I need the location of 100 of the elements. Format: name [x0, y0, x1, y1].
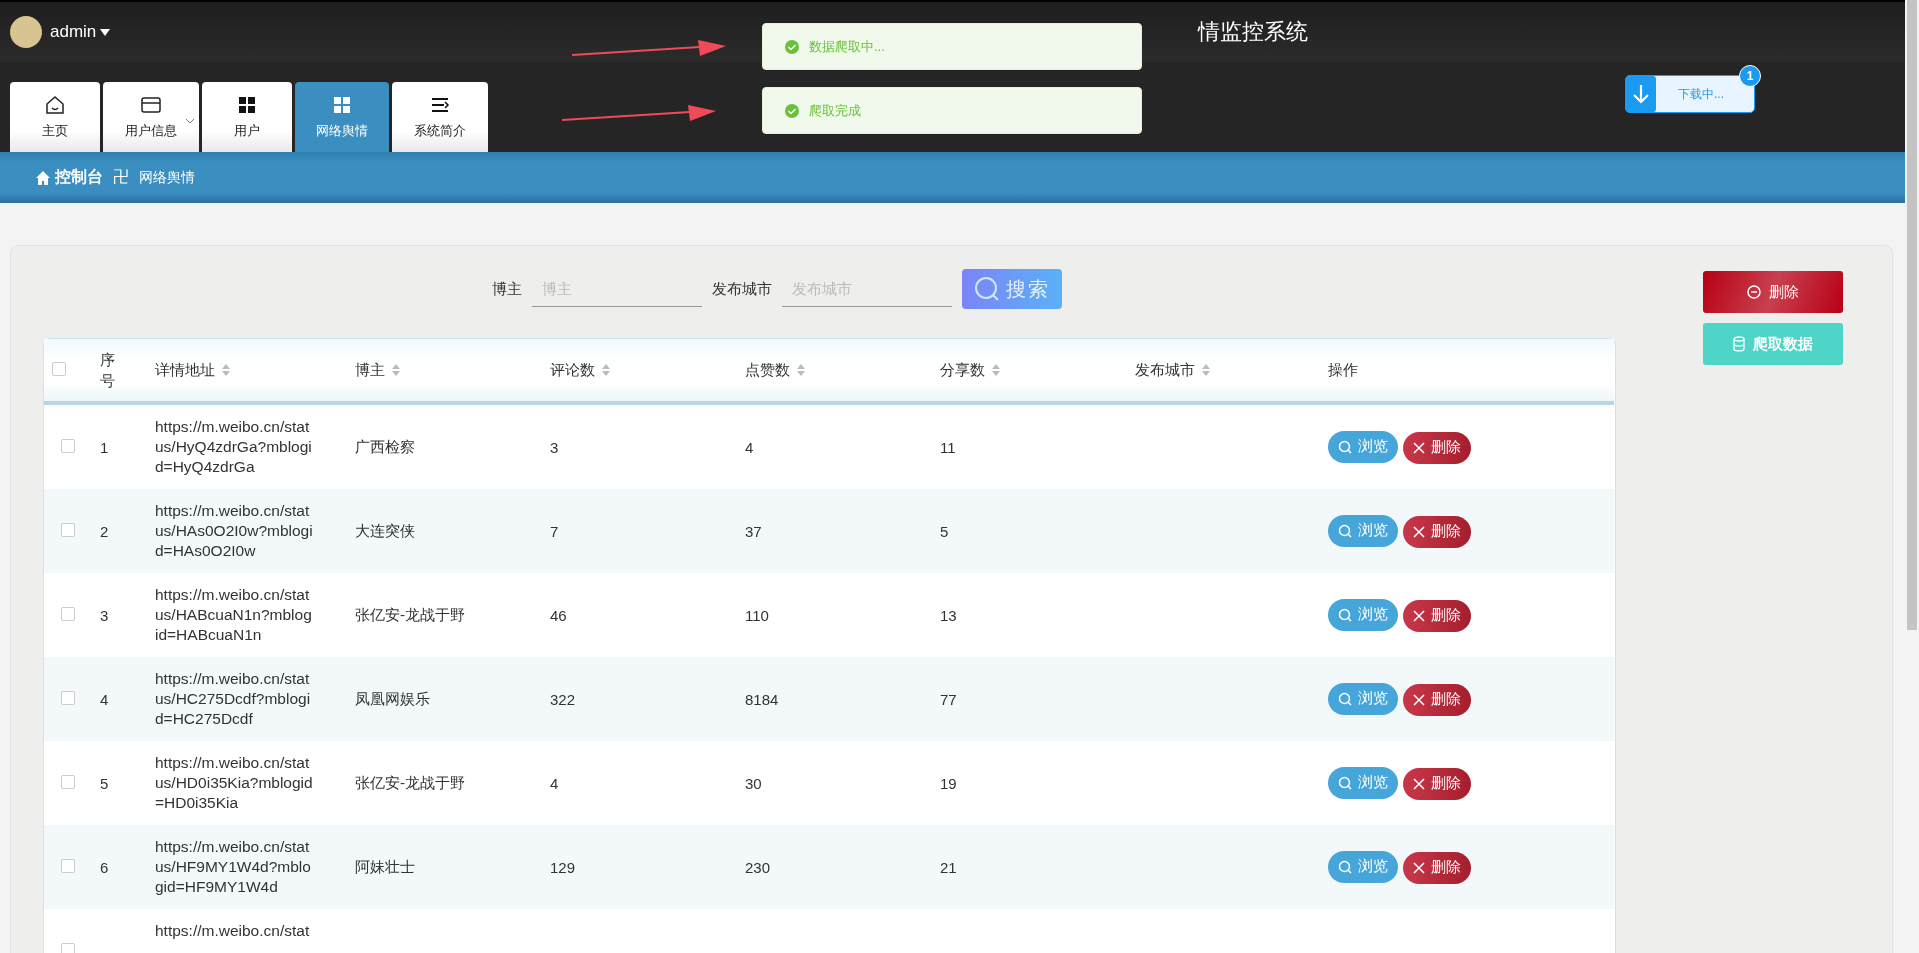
table-cell: https://m.weibo.cn/status/HAs0O2I0w?mblogid=HAs0O2I0w [155, 501, 313, 561]
column-header[interactable]: 博主 [355, 360, 401, 380]
close-icon [1413, 525, 1425, 538]
scrollbar[interactable] [1907, 0, 1917, 630]
breadcrumb-current: 网络舆情 [139, 168, 195, 187]
delete-button[interactable]: 删除 [1703, 271, 1843, 313]
table-cell: 8184 [745, 690, 779, 708]
grid-icon [236, 94, 258, 116]
table-cell: 3 [100, 606, 109, 624]
card-icon [140, 94, 162, 116]
table-cell: 4 [100, 690, 109, 708]
check-circle-icon [785, 39, 799, 54]
table-cell: 5 [940, 522, 949, 540]
download-icon [1626, 76, 1656, 112]
table-cell: 6 [100, 858, 109, 876]
delete-button[interactable]: 删除 [1403, 851, 1471, 884]
home-icon [44, 94, 66, 116]
table-cell: 7 [550, 522, 559, 540]
chevron-icon [185, 118, 195, 124]
row-checkbox[interactable] [61, 606, 75, 621]
table-cell: 凤凰网娱乐 [355, 689, 430, 707]
table-cell: 阿妹壮士 [355, 857, 415, 875]
caret-icon [100, 28, 111, 36]
table-cell: 5 [100, 774, 109, 792]
sort-icon [991, 363, 1001, 377]
table-cell: 4 [745, 438, 754, 456]
nav-tab[interactable]: 用户信息 [103, 82, 199, 152]
close-icon [1413, 777, 1425, 790]
breadcrumb-link[interactable]: 控制台 [35, 167, 103, 188]
table-cell: 张亿安-龙战于野 [355, 773, 465, 791]
check-circle-icon [785, 103, 799, 118]
close-icon [1413, 441, 1425, 454]
row-checkbox[interactable] [61, 858, 75, 873]
table-cell: 19 [940, 774, 957, 792]
user-menu[interactable]: admin [50, 22, 111, 42]
table-cell: 322 [550, 690, 576, 708]
column-header[interactable]: 分享数 [940, 360, 1001, 380]
count-badge: 1 [1739, 65, 1761, 87]
app-title: 情监控系统 [1198, 18, 1309, 46]
nav-tab[interactable]: 系统简介 [392, 82, 488, 152]
table-cell: 21 [940, 858, 957, 876]
table-cell: 30 [745, 774, 762, 792]
delete-button[interactable]: 删除 [1403, 683, 1471, 716]
avatar[interactable] [10, 16, 42, 48]
table-cell: 4 [550, 774, 559, 792]
database-icon [1733, 336, 1745, 352]
search-icon [1338, 859, 1352, 874]
breadcrumb-separator: 卍 [113, 167, 129, 187]
search-icon [1338, 607, 1352, 622]
delete-button[interactable]: 删除 [1403, 431, 1471, 464]
table-cell-text: https://m.weibo.cn/status/HC275Dcdf?mblogid=HC275Dcdf [155, 669, 312, 729]
table-cell: https://m.weibo.cn/status/HABcuaN1n?mblogid=HABcuaN1n [155, 585, 313, 645]
nav-tab[interactable]: 用户 [202, 82, 292, 152]
table-cell: https://m.weibo.cn/status/HD0i35Kia?mblogid=HD0i35Kia [155, 753, 313, 813]
table-cell: 110 [745, 606, 769, 624]
close-icon [1413, 609, 1425, 622]
sort-icon [391, 363, 401, 377]
table-cell: 46 [550, 606, 567, 624]
table-cell-text: https://m.weibo.cn/stat [155, 921, 311, 941]
column-header[interactable]: 序号 [100, 349, 115, 391]
table-cell: 张亿安-龙战于野 [355, 605, 465, 623]
column-header[interactable]: 发布城市 [1135, 360, 1211, 380]
column-header[interactable]: 详情地址 [155, 360, 231, 380]
sort-icon [601, 363, 611, 377]
table-cell: 1 [100, 438, 109, 456]
nav-tab[interactable]: 主页 [10, 82, 100, 152]
row-checkbox[interactable] [61, 774, 75, 789]
table-cell: 13 [940, 606, 957, 624]
row-checkbox[interactable] [61, 438, 75, 453]
sort-icon [796, 363, 806, 377]
toast-message: 爬取完成 [762, 87, 1142, 134]
toast-message: 数据爬取中... [762, 23, 1142, 70]
select-all-checkbox[interactable] [52, 361, 66, 376]
table-cell: https://m.weibo.cn/status/HyQ4zdrGa?mblogid=HyQ4zdrGa [155, 417, 313, 477]
close-icon [1413, 861, 1425, 874]
search-icon [1338, 439, 1352, 454]
search-icon [974, 276, 1000, 302]
close-icon [1413, 693, 1425, 706]
field-label: 博主 [492, 279, 522, 299]
nav-tab[interactable]: 网络舆情 [295, 82, 389, 152]
delete-button[interactable]: 删除 [1403, 767, 1471, 800]
sort-icon [1201, 363, 1211, 377]
table-cell: 大连突侠 [355, 521, 415, 539]
row-checkbox[interactable] [61, 942, 75, 953]
search-icon [1338, 523, 1352, 538]
search-icon [1338, 775, 1352, 790]
column-header[interactable]: 点赞数 [745, 360, 806, 380]
table-cell: 37 [745, 522, 762, 540]
minus-circle-icon [1747, 285, 1761, 299]
table-cell: 3 [550, 438, 559, 456]
table-cell: 77 [940, 690, 957, 708]
row-checkbox[interactable] [61, 690, 75, 705]
column-header[interactable]: 操作 [1328, 360, 1358, 380]
table-cell: 230 [745, 858, 771, 876]
table-cell: 广西检察 [355, 437, 415, 455]
column-header[interactable]: 评论数 [550, 360, 611, 380]
delete-button[interactable]: 删除 [1403, 515, 1471, 548]
table-cell: 2 [100, 522, 109, 540]
delete-button[interactable]: 删除 [1403, 599, 1471, 632]
row-checkbox[interactable] [61, 522, 75, 537]
